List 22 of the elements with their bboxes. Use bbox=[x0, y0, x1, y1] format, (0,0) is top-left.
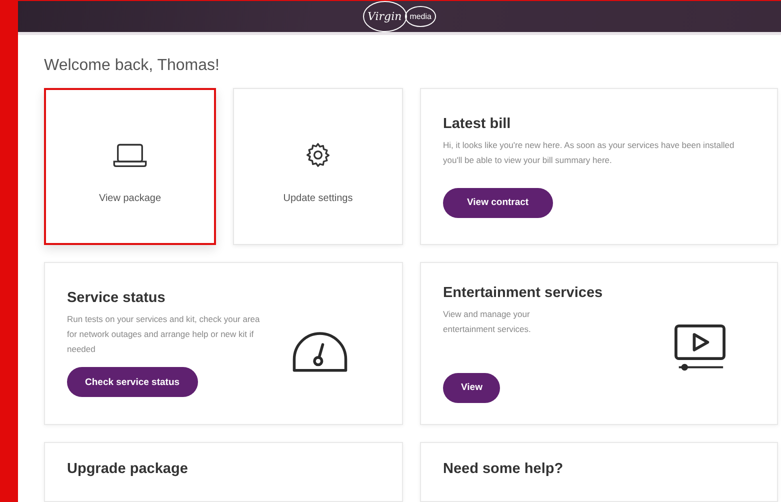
service-status-button[interactable]: Check service status bbox=[67, 367, 198, 397]
card-title: Latest bill bbox=[443, 116, 511, 132]
tile-label: View package bbox=[98, 193, 162, 204]
card-description: Hi, it looks like you're new here. As soon as your services have been installed you'll be able to view your bill summary here. bbox=[443, 138, 736, 167]
logo-text: media bbox=[404, 6, 436, 27]
laptop-icon bbox=[111, 141, 149, 169]
card-button[interactable]: View bbox=[443, 372, 500, 402]
tile-card[interactable]: Update settings bbox=[233, 88, 403, 245]
settings-icon bbox=[304, 141, 332, 169]
logo-text: Virgin bbox=[362, 1, 407, 32]
tile-card[interactable]: View package bbox=[44, 88, 216, 245]
card-title: Upgrade package bbox=[67, 461, 188, 477]
card-title: Entertainment services bbox=[443, 284, 603, 300]
tile-label: Update settings bbox=[283, 193, 353, 204]
greeting: Welcome back, Thomas! bbox=[44, 57, 220, 75]
logo[interactable]: Virgin media bbox=[362, 1, 436, 32]
card-description: View and manage your entertainment services. bbox=[443, 308, 532, 336]
card-button[interactable]: View contract bbox=[443, 188, 553, 218]
video-player-icon bbox=[673, 322, 727, 372]
card-title: Service status bbox=[67, 290, 166, 306]
card-description: Run tests on your services and kit, check your area for network outages and arrange help or new kit if needed bbox=[67, 313, 261, 356]
card-title: Need some help? bbox=[443, 461, 564, 477]
